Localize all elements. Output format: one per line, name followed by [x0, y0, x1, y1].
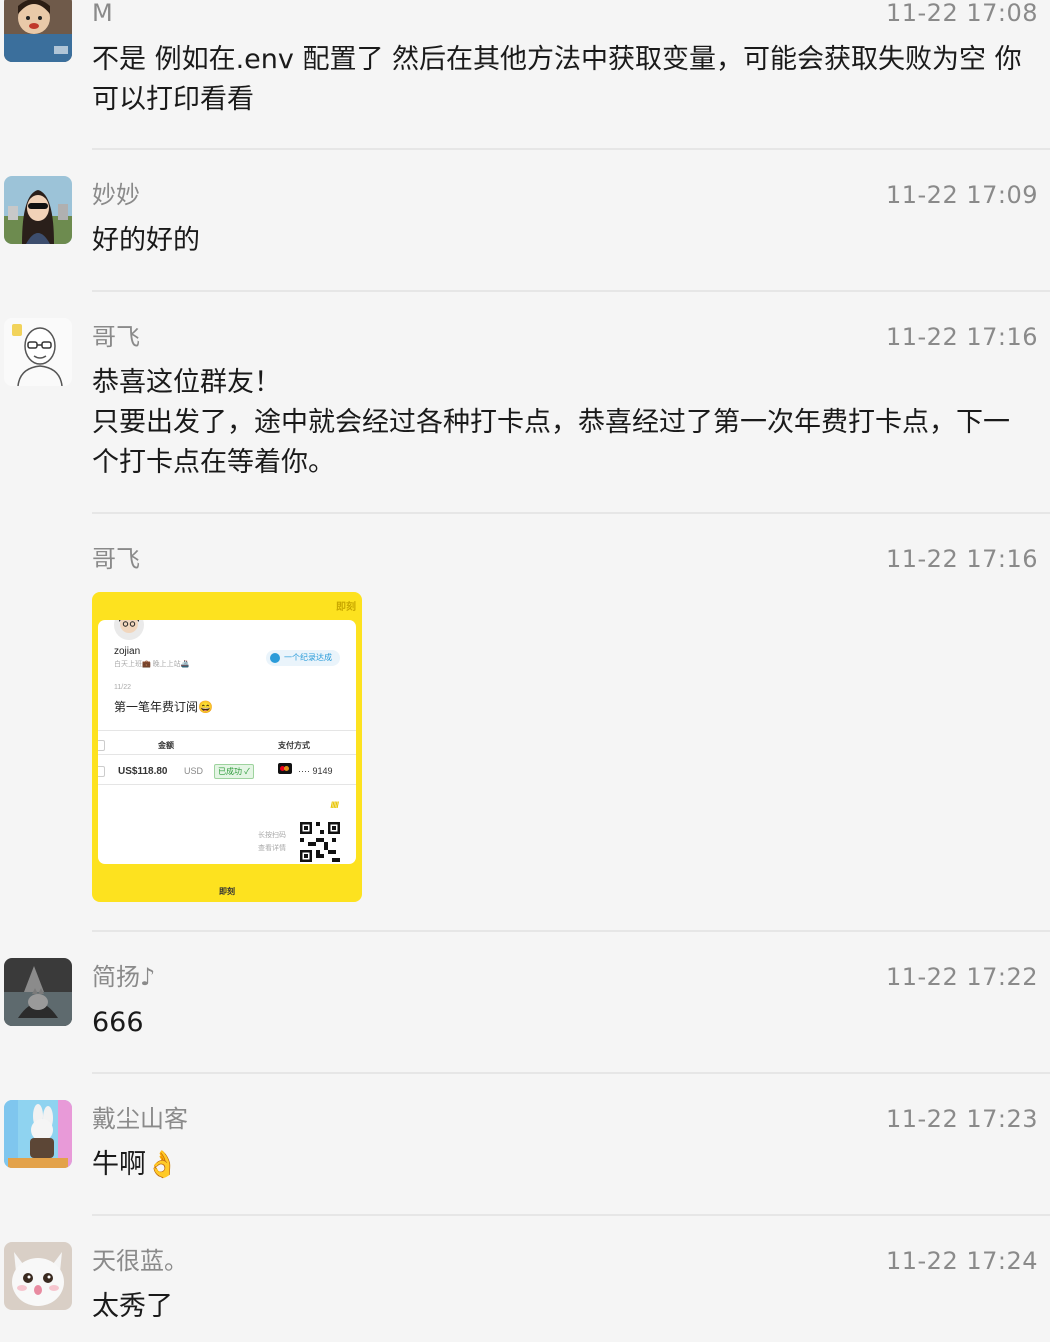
card-title: 第一笔年费订阅😄 [114, 700, 213, 714]
card-user-avatar [112, 620, 146, 642]
avatar-daichen-icon[interactable] [4, 1100, 72, 1168]
checkbox-icon [98, 740, 105, 751]
message-line: 恭喜这位群友！ [92, 367, 281, 398]
divider [92, 930, 1050, 932]
message-text[interactable]: 恭喜这位群友！ 只要出发了，途中就会经过各种打卡点，恭喜经过了第一次年费打卡点，… [92, 363, 1044, 483]
sender-name[interactable]: 妙妙 [92, 180, 140, 210]
card-last-digits: ···· 9149 [298, 766, 333, 776]
message-time: 11-22 17:16 [885, 323, 1038, 351]
sender-name[interactable]: M [92, 0, 113, 28]
card-amount: US$118.80 [118, 766, 168, 777]
card-date: 11/22 [114, 684, 131, 691]
card-brand-footer: 即刻 [219, 887, 235, 896]
avatar-m-icon[interactable] [4, 0, 72, 62]
message-text[interactable]: 666 [92, 1003, 1044, 1043]
message-text[interactable]: 牛啊👌 [92, 1145, 1044, 1185]
message-line: 可以打印看看 [92, 84, 254, 115]
avatar-jianyang-icon[interactable] [4, 958, 72, 1026]
checkbox-icon [98, 766, 105, 777]
divider [98, 754, 356, 755]
message-text[interactable]: 太秀了 [92, 1287, 1044, 1327]
message-time: 11-22 17:09 [885, 181, 1038, 209]
qr-code-icon [300, 822, 340, 862]
divider [98, 730, 356, 731]
divider [92, 1072, 1050, 1074]
divider [98, 784, 356, 785]
message-line: 666 [92, 1007, 144, 1038]
qr-hint-line: 查看详情 [258, 845, 286, 852]
sender-name[interactable]: 简扬♪ [92, 962, 155, 992]
avatar-gefei-icon[interactable] [4, 318, 72, 386]
card-brand: 即刻 [336, 602, 356, 613]
message-time: 11-22 17:22 [885, 963, 1038, 991]
card-user-status: 白天上班💼 晚上上站🚢 [114, 661, 190, 668]
card-username: zojian [114, 646, 141, 657]
message-line: 牛啊 [92, 1149, 146, 1180]
message-time: 11-22 17:24 [885, 1247, 1038, 1275]
message-line: 好的好的 [92, 225, 200, 256]
message-line: 个打卡点在等着你。 [92, 447, 335, 478]
sender-name[interactable]: 天很蓝。 [92, 1246, 188, 1276]
sender-name[interactable]: 哥飞 [92, 322, 140, 352]
message-time: 11-22 17:08 [885, 0, 1038, 27]
card-achievement-pill: 一个纪录达成 [266, 650, 340, 666]
message-text[interactable]: 好的好的 [92, 221, 1044, 261]
message-text[interactable]: 不是 例如在.env 配置了 然后在其他方法中获取变量，可能会获取失败为空 你 … [92, 40, 1044, 120]
ok-hand-emoji-icon: 👌 [146, 1150, 179, 1180]
payment-status-badge: 已成功 ✓ [214, 764, 254, 779]
message-time: 11-22 17:23 [885, 1105, 1038, 1133]
column-header-amount: 金额 [158, 741, 174, 750]
message-line: 只要出发了，途中就会经过各种打卡点，恭喜经过了第一次年费打卡点，下一 [92, 407, 1010, 438]
divider [92, 290, 1050, 292]
divider [92, 1214, 1050, 1216]
avatar-tianhenlan-icon[interactable] [4, 1242, 72, 1310]
avatar-miaomiao-icon[interactable] [4, 176, 72, 244]
sender-name[interactable]: 戴尘山客 [92, 1104, 188, 1134]
mastercard-icon [278, 763, 292, 774]
receipt-image-card[interactable]: 即刻 zojian 白天上班💼 晚上上站🚢 一个纪录达成 11/22 第一笔年费… [92, 592, 362, 902]
message-line: 太秀了 [92, 1291, 173, 1322]
check-circle-icon [270, 652, 280, 663]
divider [92, 512, 1050, 514]
card-body: zojian 白天上班💼 晚上上站🚢 一个纪录达成 11/22 第一笔年费订阅😄… [98, 620, 356, 864]
card-currency: USD [184, 766, 204, 776]
qr-hint-line: 长按扫码 [258, 832, 286, 839]
decorative-stripes: ///// [330, 800, 338, 810]
divider [92, 148, 1050, 150]
column-header-payment: 支付方式 [278, 741, 310, 750]
message-line: 不是 例如在.env 配置了 然后在其他方法中获取变量，可能会获取失败为空 你 [92, 44, 1022, 75]
message-time: 11-22 17:16 [885, 545, 1038, 573]
sender-name[interactable]: 哥飞 [92, 544, 140, 574]
pill-label: 一个纪录达成 [284, 653, 332, 662]
